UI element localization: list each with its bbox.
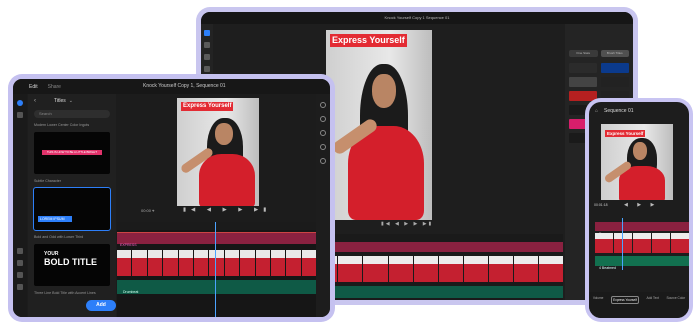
title-thumbnail-selected[interactable]: LOREM IPSUM [33,187,111,231]
crop-icon[interactable] [320,158,326,164]
audio-adjust-icon[interactable] [320,130,326,136]
video-clip-track[interactable] [595,233,689,253]
tablet-video-preview[interactable]: Express Yourself [177,98,259,206]
titles-icon[interactable] [204,54,210,60]
home-icon[interactable]: ⌂ [595,108,598,114]
tab-edit[interactable]: Edit [29,84,38,90]
project-title: Knock Yourself Copy 1, Sequence 01 [143,83,226,89]
audio-track[interactable]: Drumbeat [117,280,316,294]
timecode: 00:01:18 [594,203,608,207]
brush-titles-button[interactable]: Brush Titles [600,50,629,57]
title-item-label: Bold and Odd with Lower Third [34,235,84,239]
effects-icon[interactable] [17,260,23,266]
title-thumbnail[interactable]: THIS IS HOW TO BE A LITTLE BRIGHT [34,132,110,174]
video-clip-track[interactable] [117,250,317,276]
playback-controls[interactable]: ◀ ▶ ▶ [624,202,658,208]
search-input[interactable]: Search [34,110,110,118]
chevron-down-icon[interactable]: ⌄ [69,98,73,104]
selected-title-button[interactable]: Express Yourself [611,296,639,304]
title-item-label: Three Line Bold Title with Accent Lines [34,291,96,295]
title-item-label: Subtle Character [34,179,61,183]
sequence-title: Sequence 01 [604,108,634,114]
tablet-header: Edit Share Knock Yourself Copy 1, Sequen… [13,79,330,94]
title-item-label: Modern Lower Center Color Ingots [34,123,90,127]
video-title-caption: Express Yourself [330,34,407,47]
tablet-left-toolbar [13,94,27,317]
back-chevron-icon[interactable]: ‹ [34,98,36,104]
title-thumbnail[interactable]: YOUR BOLD TITLE [34,244,110,286]
transform-icon[interactable] [320,116,326,122]
window-title: Knock Yourself Copy 1 Sequence 01 [201,12,633,24]
speed-icon[interactable] [17,284,23,290]
tablet-timeline[interactable]: EXPRESS Drumbeat [117,222,317,317]
playback-controls[interactable]: ▮◀ ◀ ▶ ▶ ▶▮ [183,207,271,213]
laptop-video-preview[interactable]: Express Yourself [326,30,432,220]
timecode: 00:00 ⌖ [141,208,155,213]
titles-panel: ‹ Titles ⌄ Search Modern Lower Center Co… [28,94,116,317]
phone-header: ⌂ Sequence 01 [589,102,689,120]
video-title-caption: Express Yourself [605,130,646,137]
add-text-button[interactable]: Add Text [647,296,659,300]
media-icon[interactable] [17,112,23,118]
phone-device: ⌂ Sequence 01 Express Yourself 00:01:18 … [585,98,693,322]
crop-icon[interactable] [17,272,23,278]
video-title-caption: Express Yourself [181,102,234,111]
volume-button[interactable]: Volume [593,296,604,300]
tablet-screen: Edit Share Knock Yourself Copy 1, Sequen… [13,79,330,317]
audio-track[interactable]: 4 Beatmed [595,256,689,270]
tablet-right-toolbar [316,94,330,317]
playhead[interactable] [622,218,623,270]
phone-screen: ⌂ Sequence 01 Express Yourself 00:01:18 … [589,102,689,318]
add-icon[interactable] [17,100,23,106]
add-icon[interactable] [204,30,210,36]
phone-bottom-toolbar: Volume Express Yourself Add Text Source … [589,292,689,318]
speed-icon[interactable] [320,144,326,150]
text-track[interactable]: EXPRESS [117,232,316,247]
audio-icon[interactable] [204,66,210,72]
add-button[interactable]: Add [86,300,116,311]
audio-icon[interactable] [17,248,23,254]
color-icon[interactable] [320,102,326,108]
text-track[interactable]: Express [595,222,689,236]
playback-controls[interactable]: ▮◀ ◀ ▶ ▶ ▶▮ [381,221,433,227]
source-color-button[interactable]: Source Color [667,296,686,300]
fine-stats-button[interactable]: Fine Stats [569,50,598,57]
playhead[interactable] [215,222,216,317]
tablet-device: Edit Share Knock Yourself Copy 1, Sequen… [8,74,335,322]
phone-video-preview[interactable]: Express Yourself [601,124,673,200]
device-showcase: Knock Yourself Copy 1 Sequence 01 Expres… [0,0,700,326]
panel-title[interactable]: Titles [54,98,66,104]
media-icon[interactable] [204,42,210,48]
tab-share[interactable]: Share [48,84,61,90]
